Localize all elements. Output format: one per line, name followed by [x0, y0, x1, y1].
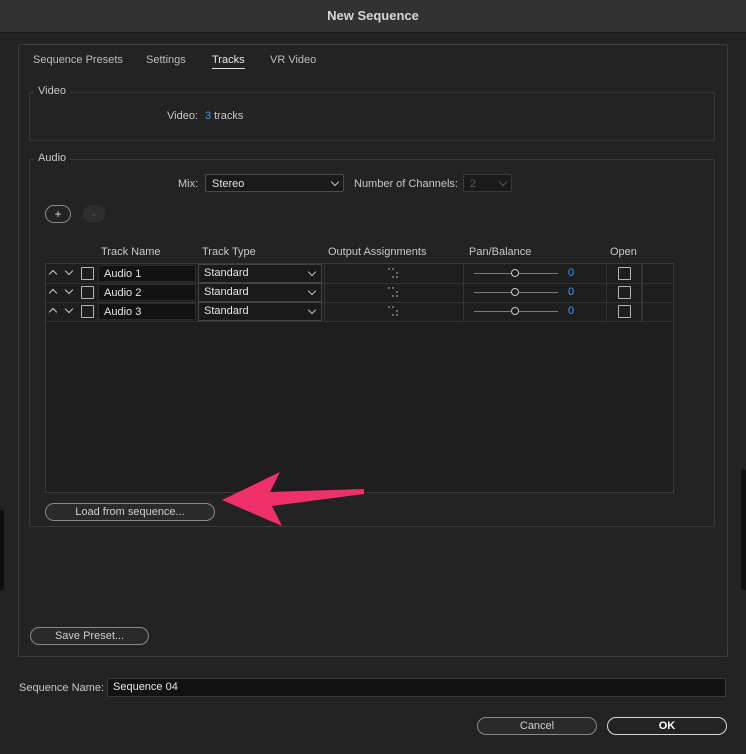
channels-label: Number of Channels:: [354, 178, 458, 190]
move-up-icon[interactable]: [48, 288, 58, 298]
col-track-type: Track Type: [202, 246, 256, 258]
video-label: Video:: [167, 110, 198, 122]
video-tracks-word: tracks: [214, 110, 244, 122]
remove-track-button[interactable]: -: [83, 205, 105, 223]
table-row: Audio 3 Standard 0: [46, 302, 673, 322]
open-cell: [606, 283, 643, 302]
open-cell: [606, 264, 643, 283]
pan-cell: 0: [464, 283, 606, 302]
chevron-down-icon: [498, 177, 508, 187]
open-checkbox[interactable]: [618, 286, 631, 299]
chevron-down-icon: [307, 305, 317, 315]
col-open: Open: [610, 246, 637, 258]
col-track-name: Track Name: [101, 246, 161, 258]
open-cell: [606, 302, 643, 321]
track-type-select[interactable]: Standard: [198, 283, 322, 302]
track-type-value: Standard: [204, 305, 249, 317]
pan-cell: 0: [464, 302, 606, 321]
output-assignments-cell[interactable]: [324, 283, 464, 302]
output-assignments-cell[interactable]: [324, 302, 464, 321]
video-group: Video Video: 3 tracks: [29, 85, 715, 141]
move-up-icon[interactable]: [48, 307, 58, 317]
chevron-down-icon: [307, 286, 317, 296]
pan-slider-knob[interactable]: [511, 269, 519, 277]
pan-value[interactable]: 0: [568, 267, 574, 279]
pan-slider-knob[interactable]: [511, 307, 519, 315]
audio-group-title: Audio: [34, 152, 71, 164]
cancel-button[interactable]: Cancel: [477, 717, 597, 735]
output-channel-icon: [388, 287, 398, 297]
background-window-edge: [0, 510, 4, 590]
track-name-field[interactable]: Audio 2: [98, 284, 196, 301]
channels-select[interactable]: 2: [463, 174, 512, 192]
track-name-field[interactable]: Audio 3: [98, 303, 196, 320]
video-track-count[interactable]: 3: [205, 110, 211, 122]
tab-settings[interactable]: Settings: [146, 54, 186, 66]
mix-label: Mix:: [178, 178, 199, 190]
track-type-select[interactable]: Standard: [198, 302, 322, 321]
move-down-icon[interactable]: [64, 304, 74, 314]
sequence-name-field[interactable]: Sequence 04: [107, 678, 726, 697]
table-row: Audio 2 Standard 0: [46, 283, 673, 303]
tab-tracks[interactable]: Tracks: [212, 54, 245, 69]
table-row: Audio 1 Standard 0: [46, 264, 673, 284]
track-type-value: Standard: [204, 267, 249, 279]
annotation-arrow-icon: [222, 472, 364, 526]
track-type-select[interactable]: Standard: [198, 264, 322, 283]
col-output-assignments: Output Assignments: [328, 246, 427, 258]
table-column-divider: [641, 264, 642, 321]
ok-button[interactable]: OK: [607, 717, 727, 735]
output-channel-icon: [388, 306, 398, 316]
channels-value: 2: [470, 178, 477, 190]
open-checkbox[interactable]: [618, 267, 631, 280]
mix-select[interactable]: Stereo: [205, 174, 344, 192]
background-window-edge: [741, 470, 746, 590]
pan-slider-knob[interactable]: [511, 288, 519, 296]
open-checkbox[interactable]: [618, 305, 631, 318]
track-select-checkbox[interactable]: [81, 286, 94, 299]
move-down-icon[interactable]: [64, 266, 74, 276]
pan-cell: 0: [464, 264, 606, 283]
track-select-checkbox[interactable]: [81, 267, 94, 280]
output-assignments-cell[interactable]: [324, 264, 464, 283]
chevron-down-icon: [330, 177, 340, 187]
chevron-down-icon: [307, 267, 317, 277]
tracks-panel: Sequence Presets Settings Tracks VR Vide…: [18, 44, 728, 657]
sequence-name-label: Sequence Name:: [19, 682, 104, 694]
mix-value: Stereo: [212, 178, 245, 190]
pan-value[interactable]: 0: [568, 286, 574, 298]
tab-sequence-presets[interactable]: Sequence Presets: [33, 54, 123, 66]
col-pan-balance: Pan/Balance: [469, 246, 532, 258]
load-from-sequence-button[interactable]: Load from sequence...: [45, 503, 215, 521]
audio-tracks-table: Track Name Track Type Output Assignments…: [45, 246, 674, 493]
save-preset-button[interactable]: Save Preset...: [30, 627, 149, 645]
window-title: New Sequence: [0, 0, 746, 33]
track-type-value: Standard: [204, 286, 249, 298]
track-select-checkbox[interactable]: [81, 305, 94, 318]
move-up-icon[interactable]: [48, 269, 58, 279]
pan-value[interactable]: 0: [568, 305, 574, 317]
track-name-field[interactable]: Audio 1: [98, 265, 196, 282]
new-sequence-dialog: Sequence Presets Settings Tracks VR Vide…: [0, 33, 746, 754]
output-channel-icon: [388, 268, 398, 278]
add-track-button[interactable]: +: [45, 205, 71, 223]
tab-vr-video[interactable]: VR Video: [270, 54, 316, 66]
video-group-title: Video: [34, 85, 70, 97]
move-down-icon[interactable]: [64, 285, 74, 295]
